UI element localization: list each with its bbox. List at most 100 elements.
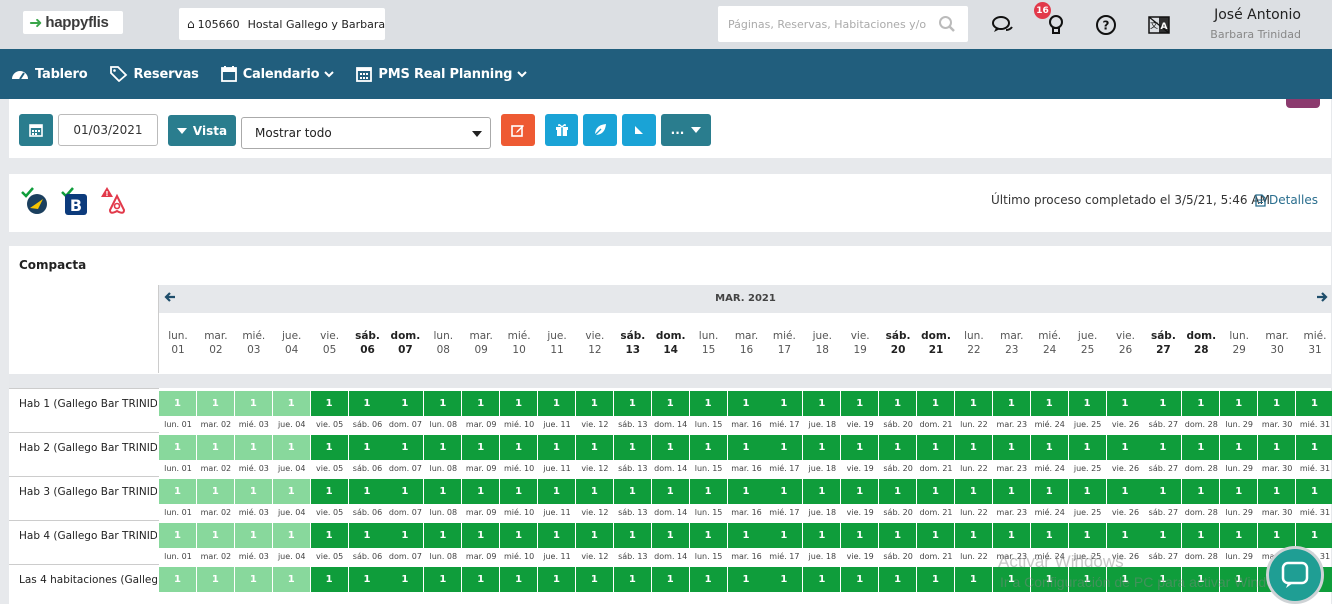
availability-cell[interactable]: 1: [1220, 523, 1258, 548]
availability-cell[interactable]: 1: [424, 567, 462, 592]
availability-cell[interactable]: 1: [765, 435, 803, 460]
triangle-button[interactable]: [622, 114, 656, 146]
availability-cell[interactable]: 1: [841, 523, 879, 548]
availability-cell[interactable]: 1: [500, 435, 538, 460]
availability-cell[interactable]: 1: [689, 567, 727, 592]
availability-cell[interactable]: 1: [1106, 391, 1144, 416]
availability-cell[interactable]: 1: [310, 479, 348, 504]
channel-expedia[interactable]: [21, 186, 51, 216]
availability-cell[interactable]: 1: [803, 479, 841, 504]
availability-cell[interactable]: 1: [272, 567, 310, 592]
availability-cell[interactable]: 1: [1296, 391, 1332, 416]
availability-cell[interactable]: 1: [1030, 391, 1068, 416]
availability-cell[interactable]: 1: [689, 435, 727, 460]
availability-cell[interactable]: 1: [462, 391, 500, 416]
availability-cell[interactable]: 1: [500, 391, 538, 416]
availability-cell[interactable]: 1: [234, 523, 272, 548]
availability-cell[interactable]: 1: [1220, 391, 1258, 416]
availability-cell[interactable]: 1: [1182, 391, 1220, 416]
leaf-button[interactable]: [583, 114, 617, 146]
availability-cell[interactable]: 1: [803, 523, 841, 548]
availability-cell[interactable]: 1: [765, 567, 803, 592]
availability-cell[interactable]: 1: [954, 567, 992, 592]
nav-reservas[interactable]: Reservas: [109, 66, 199, 82]
availability-cell[interactable]: 1: [765, 391, 803, 416]
availability-cell[interactable]: 1: [954, 435, 992, 460]
availability-cell[interactable]: 1: [538, 567, 575, 592]
availability-cell[interactable]: 1: [1258, 435, 1296, 460]
availability-cell[interactable]: 1: [651, 391, 689, 416]
availability-cell[interactable]: 1: [272, 479, 310, 504]
availability-cell[interactable]: 1: [879, 567, 917, 592]
availability-cell[interactable]: 1: [992, 435, 1030, 460]
availability-cell[interactable]: 1: [159, 523, 196, 548]
availability-cell[interactable]: 1: [1068, 523, 1106, 548]
availability-cell[interactable]: 1: [954, 479, 992, 504]
room-label[interactable]: Las 4 habitaciones (Gallego Bar TRINIDAD…: [19, 574, 157, 586]
availability-cell[interactable]: 1: [1296, 435, 1332, 460]
availability-cell[interactable]: 1: [538, 435, 575, 460]
availability-cell[interactable]: 1: [765, 523, 803, 548]
nav-calendario[interactable]: Calendario: [220, 66, 335, 82]
availability-cell[interactable]: 1: [727, 435, 765, 460]
availability-cell[interactable]: 1: [386, 435, 424, 460]
chat-widget-button[interactable]: [1266, 546, 1324, 604]
filter-select[interactable]: Mostrar todo: [241, 117, 491, 149]
room-label[interactable]: Hab 4 (Gallego Bar TRINIDAD): [19, 530, 157, 542]
chat-icon[interactable]: [992, 14, 1014, 36]
availability-cell[interactable]: 1: [727, 479, 765, 504]
availability-cell[interactable]: 1: [841, 479, 879, 504]
availability-cell[interactable]: 1: [462, 523, 500, 548]
availability-cell[interactable]: 1: [575, 567, 613, 592]
availability-cell[interactable]: 1: [841, 391, 879, 416]
availability-cell[interactable]: 1: [500, 567, 538, 592]
availability-cell[interactable]: 1: [841, 435, 879, 460]
availability-cell[interactable]: 1: [803, 391, 841, 416]
availability-cell[interactable]: 1: [575, 391, 613, 416]
availability-cell[interactable]: 1: [1182, 479, 1220, 504]
availability-cell[interactable]: 1: [1106, 523, 1144, 548]
availability-cell[interactable]: 1: [310, 391, 348, 416]
availability-cell[interactable]: 1: [500, 523, 538, 548]
availability-cell[interactable]: 1: [538, 391, 575, 416]
availability-cell[interactable]: 1: [159, 435, 196, 460]
availability-cell[interactable]: 1: [917, 567, 954, 592]
availability-cell[interactable]: 1: [651, 523, 689, 548]
availability-cell[interactable]: 1: [727, 523, 765, 548]
availability-cell[interactable]: 1: [348, 567, 386, 592]
channel-airbnb[interactable]: !: [100, 186, 128, 216]
availability-cell[interactable]: 1: [386, 523, 424, 548]
availability-cell[interactable]: 1: [917, 523, 954, 548]
details-link[interactable]: Detalles: [1255, 193, 1318, 207]
availability-cell[interactable]: 1: [765, 479, 803, 504]
availability-cell[interactable]: 1: [1258, 391, 1296, 416]
user-name[interactable]: José Antonio: [1214, 7, 1301, 23]
availability-cell[interactable]: 1: [841, 567, 879, 592]
room-label[interactable]: Hab 3 (Gallego Bar TRINIDAD): [19, 486, 157, 498]
gift-button[interactable]: [545, 114, 578, 146]
availability-cell[interactable]: 1: [159, 567, 196, 592]
availability-cell[interactable]: 1: [462, 567, 500, 592]
availability-cell[interactable]: 1: [1106, 435, 1144, 460]
availability-cell[interactable]: 1: [613, 391, 651, 416]
availability-cell[interactable]: 1: [272, 391, 310, 416]
availability-cell[interactable]: 1: [689, 523, 727, 548]
availability-cell[interactable]: 1: [1296, 479, 1332, 504]
date-field[interactable]: 01/03/2021: [58, 114, 158, 146]
availability-cell[interactable]: 1: [159, 391, 196, 416]
availability-cell[interactable]: 1: [348, 479, 386, 504]
availability-cell[interactable]: 1: [1182, 523, 1220, 548]
vista-button[interactable]: Vista: [168, 115, 236, 146]
availability-cell[interactable]: 1: [462, 435, 500, 460]
availability-cell[interactable]: 1: [196, 391, 234, 416]
availability-cell[interactable]: 1: [613, 435, 651, 460]
availability-cell[interactable]: 1: [1068, 479, 1106, 504]
hotel-selector[interactable]: ⌂ 105660 Hostal Gallego y Barbara ...: [179, 8, 385, 40]
availability-cell[interactable]: 1: [575, 479, 613, 504]
availability-cell[interactable]: 1: [689, 479, 727, 504]
availability-cell[interactable]: 1: [1258, 523, 1296, 548]
help-icon[interactable]: ?: [1095, 14, 1117, 36]
availability-cell[interactable]: 1: [1068, 435, 1106, 460]
availability-cell[interactable]: 1: [348, 523, 386, 548]
room-label[interactable]: Hab 2 (Gallego Bar TRINIDAD): [19, 442, 157, 454]
